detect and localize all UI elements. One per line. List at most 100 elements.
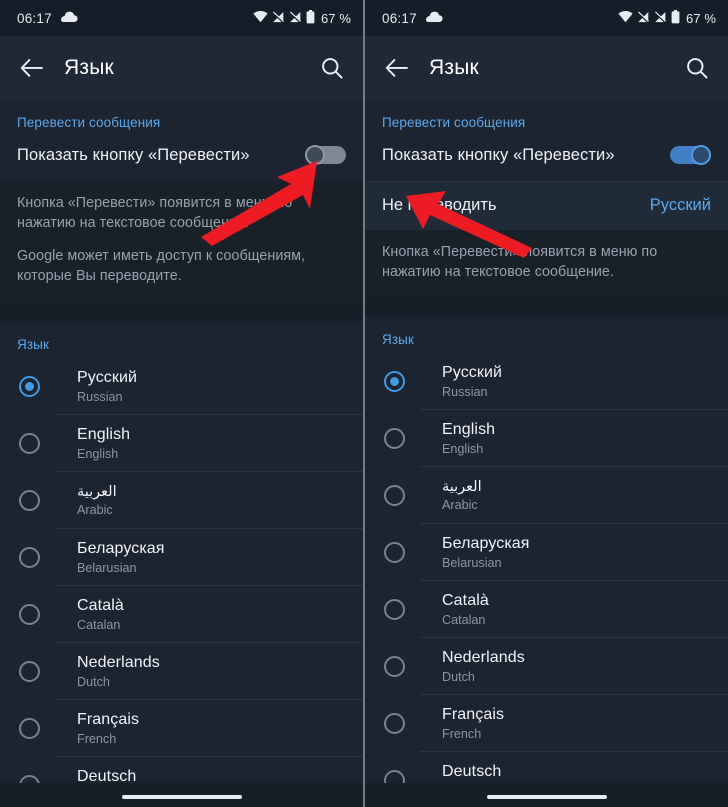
signal-no-sim-icon [654,10,667,26]
language-labels: English English [77,426,130,461]
language-native-name: Русский [77,368,138,386]
radio-button[interactable] [384,713,405,735]
section-header-language: Язык [382,332,414,348]
language-native-name: Français [442,706,505,724]
toggle-thumb [305,145,325,165]
language-row[interactable]: Беларуская Belarusian [365,524,728,582]
settings-content: Перевести сообщения Показать кнопку «Пер… [0,100,363,807]
language-labels: Русский Russian [77,369,137,404]
language-labels: Català Catalan [442,592,489,627]
radio-button[interactable] [384,542,405,564]
status-time: 06:17 [382,10,417,26]
language-labels: Nederlands Dutch [77,654,160,689]
radio-button[interactable] [384,485,405,507]
do-not-translate-row[interactable]: Не переводить Русский [365,182,728,230]
language-english-name: French [77,731,117,746]
language-native-name: English [442,421,496,439]
app-bar: Язык [365,36,728,100]
app-bar: Язык [0,36,363,100]
language-english-name: French [442,727,482,742]
do-not-translate-label: Не переводить [382,196,497,214]
language-row[interactable]: Français French [365,695,728,753]
language-native-name: العربية [77,483,117,500]
radio-button[interactable] [384,656,405,678]
language-row[interactable]: Беларуская Belarusian [0,529,363,586]
language-labels: Français French [442,706,504,741]
page-title: Язык [64,56,114,79]
screenshot-stage: 06:17 67 % Язык Перевести сообщения Пока… [0,0,728,807]
section-header-language: Язык [17,336,49,352]
cloud-icon [425,11,443,26]
language-row[interactable]: Русский Russian [0,358,363,415]
language-english-name: Belarusian [77,560,137,575]
search-icon[interactable] [315,51,349,85]
status-time: 06:17 [17,10,52,26]
language-english-name: Arabic [442,498,478,513]
language-row[interactable]: Català Catalan [0,586,363,643]
language-row[interactable]: العربية Arabic [365,467,728,525]
show-translate-button-row[interactable]: Показать кнопку «Перевести» [365,139,728,181]
search-icon[interactable] [680,51,714,85]
radio-button[interactable] [19,660,40,682]
language-native-name: Deutsch [442,763,502,781]
radio-button[interactable] [19,603,40,625]
language-row[interactable]: العربية Arabic [0,472,363,529]
radio-button[interactable] [384,428,405,450]
panel-before: 06:17 67 % Язык Перевести сообщения Пока… [0,0,363,807]
language-labels: Català Catalan [77,597,124,632]
back-arrow-icon[interactable] [14,51,48,85]
page-title: Язык [429,56,479,79]
language-labels: English English [442,421,495,456]
language-row[interactable]: Nederlands Dutch [365,638,728,696]
radio-button[interactable] [19,717,40,739]
radio-button-selected[interactable] [19,375,40,397]
language-native-name: Беларуская [77,539,165,557]
language-native-name: Беларуская [442,535,530,553]
panel-after: 06:17 67 % Язык Перевести сообщения Пока… [365,0,728,807]
language-english-name: Belarusian [442,556,502,571]
show-translate-button-label: Показать кнопку «Перевести» [17,145,250,164]
language-row[interactable]: English English [365,410,728,468]
settings-content: Перевести сообщения Показать кнопку «Пер… [365,100,728,807]
wifi-icon [618,10,633,26]
radio-button[interactable] [19,546,40,568]
language-native-name: Français [77,710,140,728]
radio-button-selected[interactable] [384,371,405,393]
language-row[interactable]: Русский Russian [365,353,728,411]
language-row[interactable]: Català Catalan [365,581,728,639]
language-english-name: Russian [442,385,488,400]
language-labels: Français French [77,711,139,746]
language-english-name: English [442,442,484,457]
language-labels: Nederlands Dutch [442,649,525,684]
language-list: Русский Russian English English العربية Arabi… [365,353,728,807]
battery-percent: 67 % [320,10,351,26]
section-divider-band [0,302,363,321]
language-row[interactable]: Français French [0,700,363,757]
signal-no-sim-icon [637,10,650,26]
radio-button[interactable] [384,599,405,621]
battery-icon [671,9,680,27]
status-bar: 06:17 67 % [365,0,728,36]
home-pill-indicator[interactable] [486,795,607,799]
language-english-name: Dutch [442,670,475,685]
show-translate-button-row[interactable]: Показать кнопку «Перевести» [0,139,363,181]
status-icons: 67 % [618,9,716,27]
language-english-name: Dutch [77,674,110,689]
radio-button[interactable] [19,489,40,511]
radio-button[interactable] [19,432,40,454]
show-translate-button-label: Показать кнопку «Перевести» [382,145,615,164]
language-native-name: Русский [442,364,503,382]
signal-no-sim-icon [272,10,285,26]
show-translate-toggle[interactable] [670,145,711,165]
show-translate-toggle[interactable] [305,145,346,165]
back-arrow-icon[interactable] [379,51,413,85]
status-icons: 67 % [253,9,351,27]
home-pill-indicator[interactable] [121,795,242,799]
system-nav-bar [365,783,728,807]
language-row[interactable]: English English [0,415,363,472]
language-list: Русский Russian English English العربية Arabi… [0,357,363,807]
language-row[interactable]: Nederlands Dutch [0,643,363,700]
do-not-translate-value: Русский [649,196,711,214]
language-english-name: Arabic [77,502,113,517]
language-english-name: Catalan [77,617,121,632]
